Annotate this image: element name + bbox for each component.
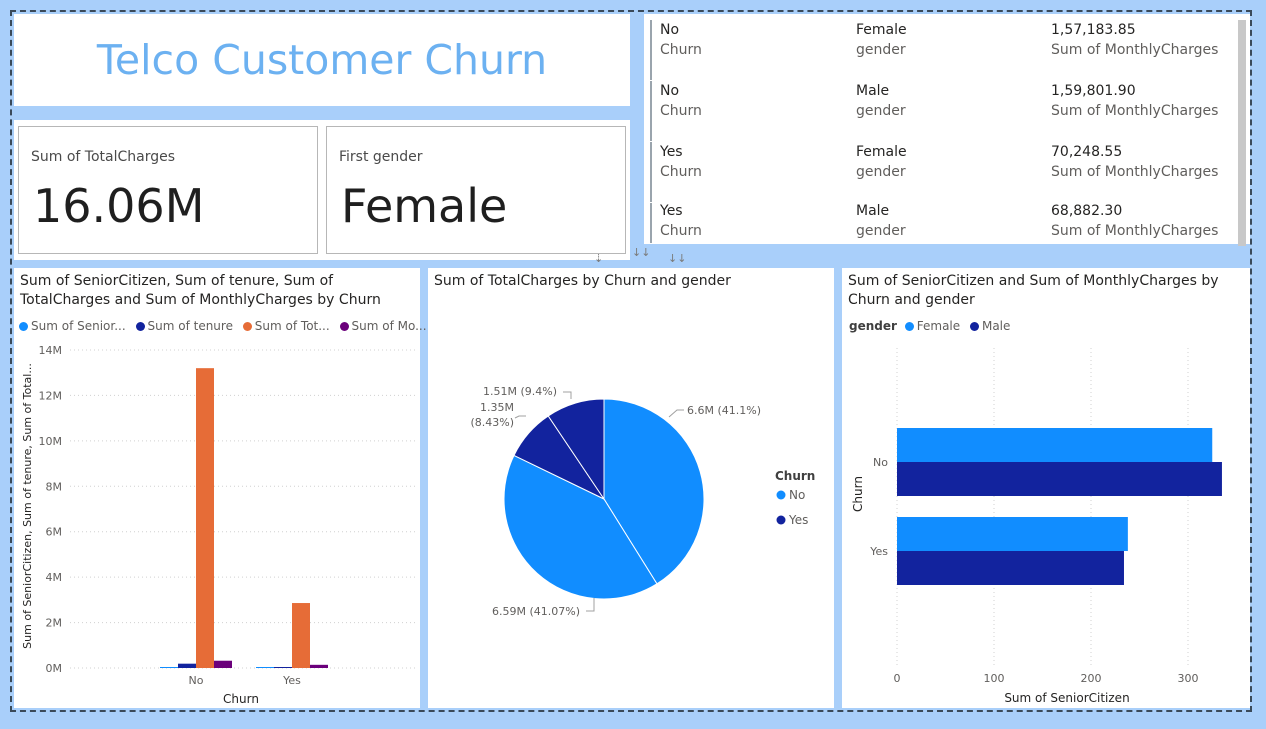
legend-label: Yes: [788, 513, 808, 527]
churn-label: Churn: [660, 164, 702, 180]
legend-dot-icon: [776, 490, 786, 500]
bar: [897, 428, 1213, 462]
y-tick-label: 6M: [46, 526, 63, 539]
table-row[interactable]: Yes Churn Male gender 68,882.30 Sum of M…: [650, 203, 1236, 243]
slice-label: 6.6M (41.1%): [687, 404, 761, 417]
gender-value: Male: [856, 83, 890, 99]
legend-title: Churn: [775, 469, 815, 483]
card-value: Female: [341, 179, 508, 233]
legend-label: No: [789, 488, 805, 502]
x-tick-label: 0: [894, 672, 901, 685]
monthly-value: 70,248.55: [1051, 144, 1123, 160]
gender-value: Female: [856, 22, 907, 38]
leader-line: [514, 415, 526, 419]
slice-label: 1.51M (9.4%): [483, 385, 557, 398]
gender-label: gender: [856, 42, 906, 58]
pie-chart-tile[interactable]: Sum of TotalCharges by Churn and gender …: [428, 268, 834, 708]
card-label: First gender: [339, 149, 423, 165]
pie-chart-svg: 6.6M (41.1%) 6.59M (41.07%) 1.35M (8.43%) 1.…: [470, 385, 815, 618]
churn-label: Churn: [660, 42, 702, 58]
monthly-label: Sum of MonthlyCharges: [1051, 42, 1219, 58]
monthly-label: Sum of MonthlyCharges: [1051, 103, 1219, 119]
monthly-label: Sum of MonthlyCharges: [1051, 223, 1219, 239]
bar: [897, 551, 1124, 585]
legend-dot-icon: [776, 515, 786, 525]
multi-row-card[interactable]: No Churn Female gender 1,57,183.85 Sum o…: [644, 14, 1250, 246]
y-tick-label: 0M: [46, 662, 63, 675]
drill-level-icon[interactable]: ↓↓: [632, 246, 650, 259]
x-tick-label: 200: [1081, 672, 1102, 685]
bar-chart-tile[interactable]: Sum of SeniorCitizen and Sum of MonthlyC…: [842, 268, 1250, 708]
card-total-charges[interactable]: Sum of TotalCharges 16.06M: [18, 126, 318, 254]
gender-value: Female: [856, 144, 907, 160]
bar: [256, 667, 274, 668]
monthly-value: 1,59,801.90: [1051, 83, 1136, 99]
leader-line: [668, 409, 684, 418]
page-title: Telco Customer Churn: [96, 36, 548, 84]
y-tick-label: Yes: [869, 545, 888, 558]
gender-value: Male: [856, 203, 890, 219]
y-axis-title: Churn: [851, 476, 865, 512]
leader-line: [563, 391, 572, 399]
churn-value: No: [660, 22, 680, 38]
y-tick-label: No: [873, 456, 888, 469]
card-value: 16.06M: [33, 179, 205, 233]
churn-value: No: [660, 83, 680, 99]
monthly-label: Sum of MonthlyCharges: [1051, 164, 1219, 180]
slice-label: 1.35M: [480, 401, 514, 414]
bar: [897, 462, 1222, 496]
y-tick-label: 4M: [46, 571, 63, 584]
card-first-gender[interactable]: First gender Female: [326, 126, 626, 254]
x-tick-label: Yes: [282, 674, 301, 687]
churn-label: Churn: [660, 223, 702, 239]
y-tick-label: 12M: [39, 389, 63, 402]
churn-value: Yes: [660, 203, 683, 219]
churn-value: Yes: [660, 144, 683, 160]
gender-label: gender: [856, 164, 906, 180]
x-tick-label: 300: [1178, 672, 1199, 685]
leader-line: [586, 598, 595, 612]
x-axis-title: Churn: [223, 692, 259, 706]
x-tick-label: 100: [984, 672, 1005, 685]
monthly-value: 1,57,183.85: [1051, 22, 1136, 38]
expand-level-icon[interactable]: ↓↓: [668, 252, 686, 265]
drill-down-icon[interactable]: ⇣: [594, 252, 603, 265]
table-row[interactable]: No Churn Female gender 1,57,183.85 Sum o…: [650, 20, 1236, 80]
table-row[interactable]: No Churn Male gender 1,59,801.90 Sum of …: [650, 81, 1236, 141]
bar: [214, 660, 232, 668]
table-scrollbar[interactable]: [1238, 20, 1246, 246]
bar-chart-svg: 0 100 200 300 No Yes Sum of SeniorCitizen Churn: [851, 348, 1222, 705]
churn-label: Churn: [660, 103, 702, 119]
bar: [274, 667, 292, 668]
x-axis-title: Sum of SeniorCitizen: [1004, 691, 1129, 705]
column-chart-svg: 0M 2M 4M 6M 8M 10M 12M 14M No Yes Churn Sum of Seni…: [21, 344, 416, 706]
bar: [196, 368, 214, 668]
y-tick-label: 10M: [39, 435, 63, 448]
table-row[interactable]: Yes Churn Female gender 70,248.55 Sum of…: [650, 142, 1236, 202]
y-tick-label: 8M: [46, 480, 63, 493]
bar: [310, 664, 328, 668]
monthly-value: 68,882.30: [1051, 203, 1123, 219]
y-tick-label: 2M: [46, 617, 63, 630]
title-tile: Telco Customer Churn: [14, 14, 630, 106]
bar: [178, 663, 196, 668]
bar: [160, 667, 178, 668]
x-tick-label: No: [189, 674, 204, 687]
bar: [897, 517, 1128, 551]
bar: [292, 603, 310, 668]
y-axis-title: Sum of SeniorCitizen, Sum of tenure, Sum…: [21, 363, 34, 649]
slice-label: (8.43%): [470, 416, 514, 429]
y-tick-label: 14M: [39, 344, 63, 357]
gender-label: gender: [856, 103, 906, 119]
column-chart-tile[interactable]: Sum of SeniorCitizen, Sum of tenure, Sum…: [14, 268, 427, 708]
gender-label: gender: [856, 223, 906, 239]
slice-label: 6.59M (41.07%): [492, 605, 580, 618]
card-label: Sum of TotalCharges: [31, 149, 176, 165]
